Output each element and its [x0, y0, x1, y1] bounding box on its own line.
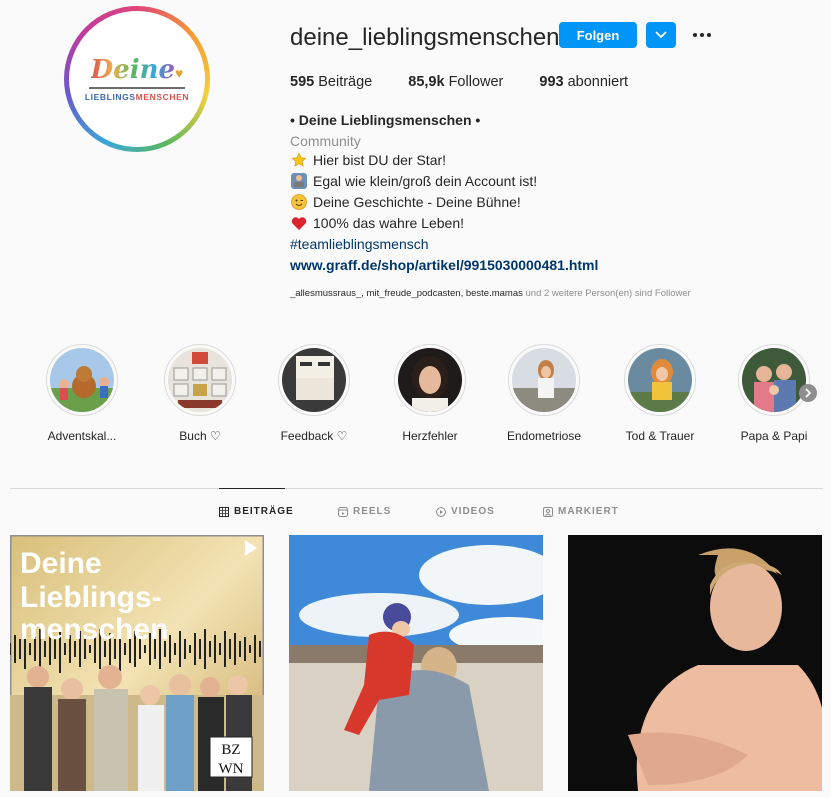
tagged-icon	[543, 506, 553, 517]
logo-subtitle: LIEBLINGSMENSCHEN	[84, 92, 190, 102]
bio-line: 100% das wahre Leben!	[290, 213, 464, 233]
profile-logo: Deine♥ LIEBLINGSMENSCHEN	[69, 11, 205, 147]
bio-name: • Deine Lieblingsmenschen •	[290, 112, 481, 128]
tab-markiert[interactable]: MARKIERT	[543, 506, 619, 517]
tab-beitraege[interactable]: BEITRÄGE	[219, 506, 294, 517]
highlight-cover	[50, 348, 114, 412]
bio-line: Deine Geschichte - Deine Bühne!	[290, 192, 521, 212]
post-3[interactable]	[568, 535, 822, 791]
heart-icon: ♥	[175, 65, 184, 81]
highlight-endometriose[interactable]: Endometriose	[501, 344, 587, 443]
wink-face-icon	[290, 194, 307, 211]
grid-icon	[219, 506, 229, 517]
highlight-adventskalender[interactable]: Adventskal...	[39, 344, 125, 443]
highlight-herzfehler[interactable]: Herzfehler	[387, 344, 473, 443]
star-icon	[290, 152, 307, 169]
bio-website-link[interactable]: www.graff.de/shop/artikel/9915030000481.…	[290, 255, 598, 275]
svg-text:BZ: BZ	[221, 742, 240, 758]
person-laptop-icon	[290, 173, 307, 190]
highlights-next-button[interactable]	[799, 384, 817, 402]
highlight-feedback[interactable]: Feedback ♡	[271, 344, 357, 443]
highlight-cover	[168, 348, 232, 412]
followers-count[interactable]: 85,9k Follower	[408, 74, 503, 90]
logo-divider	[89, 87, 185, 89]
profile-username: deine_lieblingsmenschen	[290, 24, 560, 51]
follow-button[interactable]: Folgen	[559, 22, 637, 48]
svg-text:WN: WN	[219, 761, 244, 777]
chevron-right-icon	[805, 388, 812, 398]
post-image	[289, 535, 543, 791]
chevron-down-icon	[655, 31, 667, 39]
highlight-buch[interactable]: Buch ♡	[157, 344, 243, 443]
reels-icon	[338, 506, 348, 517]
more-dots-icon	[693, 33, 711, 37]
highlight-label: Papa & Papi	[740, 429, 808, 443]
highlight-label: Endometriose	[506, 429, 582, 443]
svg-text:Lieblings-: Lieblings-	[20, 581, 162, 614]
more-options-button[interactable]	[690, 22, 714, 48]
following-count[interactable]: 993 abonniert	[539, 74, 628, 90]
posts-count: 595 Beiträge	[290, 74, 373, 90]
highlight-label: Adventskal...	[47, 429, 117, 443]
svg-text:Deine: Deine	[20, 547, 102, 580]
active-tab-indicator	[219, 488, 285, 489]
highlight-tod-trauer[interactable]: Tod & Trauer	[617, 344, 703, 443]
tab-videos[interactable]: VIDEOS	[436, 506, 495, 517]
post-1[interactable]: Deine Lieblings- menschen BZ WN	[10, 535, 264, 791]
followed-by-text[interactable]: _allesmussraus_, mit_freude_podcasten, b…	[290, 288, 691, 299]
bio-category: Community	[290, 133, 361, 149]
highlight-cover	[512, 348, 576, 412]
bio-line: Hier bist DU der Star!	[290, 150, 446, 170]
logo-title: Deine	[90, 55, 176, 85]
post-2[interactable]	[289, 535, 543, 791]
suggested-dropdown-button[interactable]	[646, 22, 676, 48]
svg-text:menschen: menschen	[20, 613, 168, 646]
highlight-label: Buch ♡	[179, 429, 221, 443]
highlight-label: Herzfehler	[402, 429, 458, 443]
red-heart-icon	[290, 215, 307, 232]
profile-stats: 595 Beiträge 85,9k Follower 993 abonnier…	[290, 74, 664, 90]
post-image: Deine Lieblings- menschen BZ WN	[10, 535, 264, 791]
tabs-divider	[10, 488, 823, 489]
bio-hashtag-link[interactable]: #teamlieblingsmensch	[290, 234, 429, 254]
highlight-cover	[398, 348, 462, 412]
play-circle-icon	[436, 506, 446, 517]
highlight-label: Tod & Trauer	[625, 429, 695, 443]
highlight-cover	[282, 348, 346, 412]
highlight-cover	[628, 348, 692, 412]
tab-reels[interactable]: REELS	[338, 506, 391, 517]
profile-tabs: BEITRÄGE REELS VIDEOS MARKIERT	[0, 506, 831, 522]
post-image	[568, 535, 822, 791]
profile-avatar[interactable]: Deine♥ LIEBLINGSMENSCHEN	[64, 6, 210, 152]
highlight-cover	[742, 348, 806, 412]
highlight-label: Feedback ♡	[280, 429, 348, 443]
bio-line: Egal wie klein/groß dein Account ist!	[290, 171, 537, 191]
